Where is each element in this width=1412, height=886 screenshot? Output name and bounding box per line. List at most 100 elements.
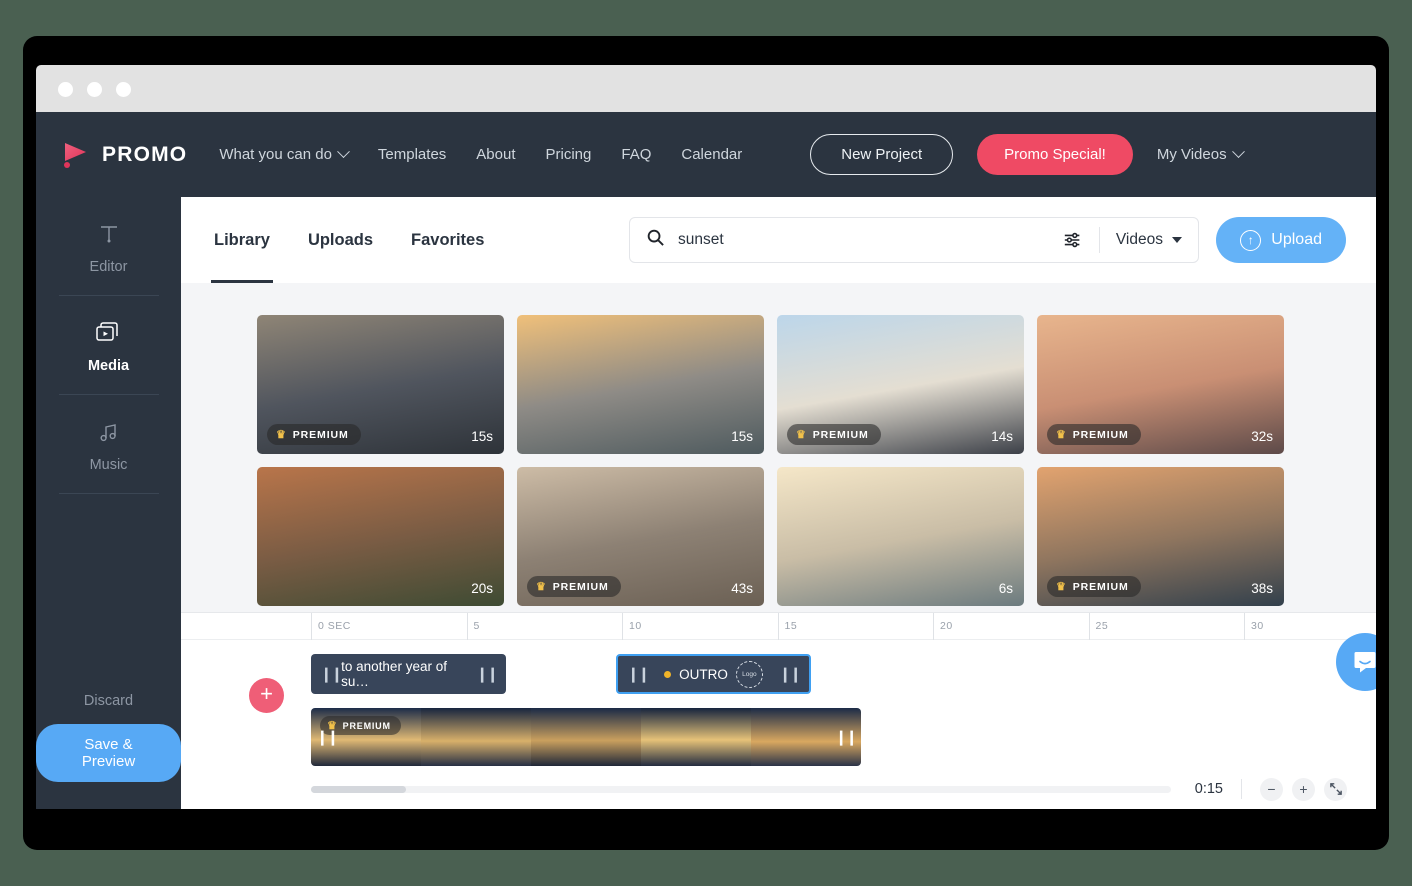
search-icon xyxy=(646,228,665,252)
nav-what-you-can-do[interactable]: What you can do xyxy=(219,146,348,163)
zoom-out-button[interactable]: − xyxy=(1260,778,1283,801)
ruler-tick: 20 xyxy=(933,613,953,640)
crown-icon: ♛ xyxy=(1056,580,1067,593)
timeline-scrollbar[interactable] xyxy=(311,786,1171,793)
save-preview-button[interactable]: Save & Preview xyxy=(36,724,181,782)
nav-about[interactable]: About xyxy=(476,146,515,163)
timeline-tracks: + ❙❙ to another year of su… ❙❙ ❙❙ OUTRO xyxy=(181,640,1376,771)
ruler-tick: 0 SEC xyxy=(311,613,351,640)
timeline-footer: 0:15 − + xyxy=(181,769,1376,809)
divider xyxy=(1241,779,1242,799)
chevron-down-icon xyxy=(1172,237,1182,243)
sidebar-item-media[interactable]: Media xyxy=(59,296,159,395)
logo-placeholder-chip[interactable]: Logo xyxy=(736,661,763,688)
duration-label: 15s xyxy=(471,429,493,444)
ruler-tick: 30 xyxy=(1244,613,1264,640)
media-thumbnail[interactable]: 6s xyxy=(777,467,1024,606)
chevron-down-icon xyxy=(1232,145,1245,158)
ruler-tick: 25 xyxy=(1089,613,1109,640)
tab-favorites[interactable]: Favorites xyxy=(408,197,487,283)
browser-window: PROMO What you can do Templates About Pr… xyxy=(36,65,1376,809)
duration-label: 20s xyxy=(471,581,493,596)
status-badge: ♛PREMIUM xyxy=(787,424,881,445)
promo-play-icon xyxy=(61,140,91,170)
window-controls xyxy=(58,82,131,97)
discard-button[interactable]: Discard xyxy=(84,693,133,709)
upload-arrow-icon: ↑ xyxy=(1240,230,1261,251)
window-minimize-dot[interactable] xyxy=(87,82,102,97)
sidebar-item-label: Editor xyxy=(59,259,159,275)
new-project-button[interactable]: New Project xyxy=(810,134,953,175)
nav-calendar[interactable]: Calendar xyxy=(681,146,742,163)
thumbnail-image xyxy=(517,315,764,454)
tab-uploads[interactable]: Uploads xyxy=(305,197,376,283)
media-panel-header: Library Uploads Favorites sunset xyxy=(181,197,1376,283)
media-thumbnail[interactable]: ♛PREMIUM43s xyxy=(517,467,764,606)
sidebar-item-label: Media xyxy=(59,358,159,374)
text-clip[interactable]: ❙❙ to another year of su… ❙❙ xyxy=(311,654,506,694)
duration-label: 6s xyxy=(999,581,1013,596)
upload-button[interactable]: ↑ Upload xyxy=(1216,217,1346,263)
add-clip-button[interactable]: + xyxy=(249,678,284,713)
nav-pricing[interactable]: Pricing xyxy=(546,146,592,163)
my-videos-label: My Videos xyxy=(1157,146,1227,163)
crown-icon: ♛ xyxy=(276,428,287,441)
timeline-ruler[interactable]: 0 SEC5101520253035 xyxy=(181,613,1376,640)
media-thumbnail[interactable]: ♛PREMIUM 32s xyxy=(1037,315,1284,454)
my-videos-menu[interactable]: My Videos xyxy=(1157,146,1243,163)
sidebar-item-label: Music xyxy=(59,457,159,473)
media-thumbnail[interactable]: ♛ PREMIUM 38s xyxy=(1037,467,1284,606)
search-bar[interactable]: sunset Videos xyxy=(629,217,1199,263)
nav-faq[interactable]: FAQ xyxy=(621,146,651,163)
divider xyxy=(1099,227,1100,253)
music-note-icon xyxy=(59,417,159,447)
clip-right-handle[interactable]: ❙❙ xyxy=(779,665,800,683)
scrollbar-thumb[interactable] xyxy=(311,786,406,793)
badge-label: PREMIUM xyxy=(293,429,349,441)
brand-name: PROMO xyxy=(102,143,187,167)
badge-label: PREMIUM xyxy=(1073,429,1129,441)
fit-screen-icon[interactable] xyxy=(1324,778,1347,801)
clip-right-handle[interactable]: ❙❙ xyxy=(476,665,497,683)
clip-left-handle[interactable]: ❙❙ xyxy=(320,665,341,683)
duration-label: 32s xyxy=(1251,429,1273,444)
media-thumbnail[interactable]: ♛PREMIUM 14s xyxy=(777,315,1024,454)
window-maximize-dot[interactable] xyxy=(116,82,131,97)
ruler-tick: 5 xyxy=(467,613,480,640)
timeline: 0 SEC5101520253035 + ❙❙ to another year … xyxy=(181,612,1376,809)
chevron-down-icon xyxy=(337,145,350,158)
sidebar-item-music[interactable]: Music xyxy=(59,395,159,494)
media-type-select[interactable]: Videos xyxy=(1116,231,1182,249)
media-thumbnail[interactable]: ♛ PREMIUM 15s xyxy=(257,315,504,454)
badge-label: PREMIUM xyxy=(553,581,609,593)
status-badge: ♛PREMIUM xyxy=(1047,424,1141,445)
outro-label: OUTRO xyxy=(679,667,728,682)
brand-logo[interactable]: PROMO xyxy=(61,140,187,170)
search-input[interactable]: sunset xyxy=(678,231,1063,249)
video-left-handle[interactable]: ❙❙ xyxy=(316,728,337,746)
duration-label: 14s xyxy=(991,429,1013,444)
media-stack-icon xyxy=(59,318,159,348)
duration-label: 38s xyxy=(1251,581,1273,596)
filter-sliders-icon[interactable] xyxy=(1063,231,1083,249)
media-thumbnail[interactable]: 15s xyxy=(517,315,764,454)
filmstrip-frame xyxy=(641,708,751,766)
sidebar-item-editor[interactable]: Editor xyxy=(59,197,159,296)
tab-library[interactable]: Library xyxy=(211,197,273,283)
ruler-tick: 10 xyxy=(622,613,642,640)
media-thumbnail[interactable]: 20s xyxy=(257,467,504,606)
ruler-tick: 15 xyxy=(778,613,798,640)
badge-label: PREMIUM xyxy=(813,429,869,441)
promo-special-button[interactable]: Promo Special! xyxy=(977,134,1133,175)
text-track: ❙❙ to another year of su… ❙❙ ❙❙ OUTRO Lo… xyxy=(311,654,1361,694)
outro-clip[interactable]: ❙❙ OUTRO Logo ❙❙ xyxy=(616,654,811,694)
text-t-icon xyxy=(59,219,159,249)
clip-left-handle[interactable]: ❙❙ xyxy=(627,665,648,683)
zoom-in-button[interactable]: + xyxy=(1292,778,1315,801)
crown-icon: ♛ xyxy=(536,580,547,593)
video-right-handle[interactable]: ❙❙ xyxy=(835,728,856,746)
window-close-dot[interactable] xyxy=(58,82,73,97)
video-clip[interactable]: ♛ PREMIUM ❙❙ ❙❙ xyxy=(311,708,861,766)
nav-templates[interactable]: Templates xyxy=(378,146,446,163)
badge-label: PREMIUM xyxy=(1073,581,1129,593)
